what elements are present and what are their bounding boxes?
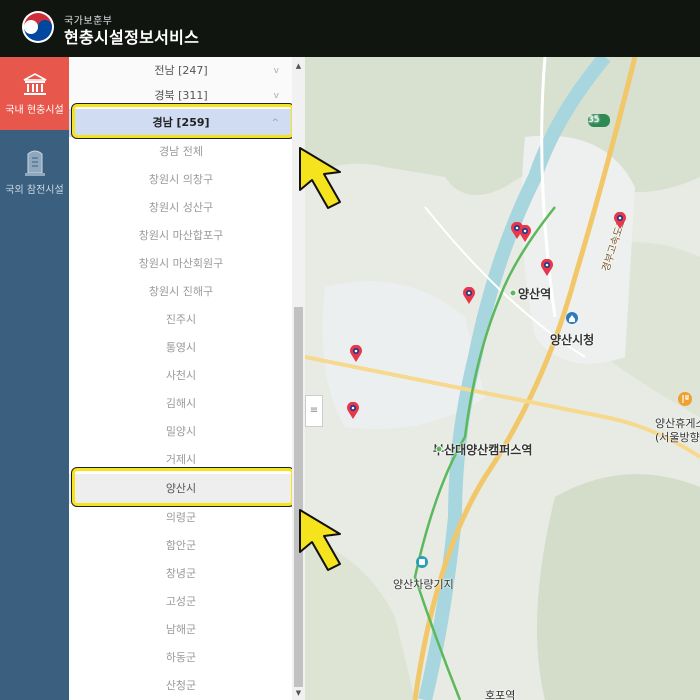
- province-item[interactable]: 경북 [311] v: [69, 82, 293, 110]
- nav-domestic-label: 국내 현충시설: [5, 105, 64, 116]
- city-item[interactable]: 거제시: [69, 446, 293, 474]
- chevron-up-icon: ^: [271, 118, 279, 128]
- depot-label[interactable]: 양산차량기지: [393, 576, 454, 592]
- subway-icon: [416, 556, 428, 568]
- pointer-arrow-icon: [299, 147, 341, 209]
- city-item[interactable]: 통영시: [69, 334, 293, 362]
- station-dot-icon: [509, 289, 517, 297]
- panel-collapse-handle[interactable]: ≡: [305, 395, 323, 427]
- monument-icon: [23, 73, 46, 95]
- app-header: 국가보훈부 현충시설정보서비스: [0, 0, 700, 57]
- map-marker-icon[interactable]: [518, 225, 532, 243]
- map-marker-icon[interactable]: [613, 212, 627, 230]
- map-canvas: [305, 57, 700, 700]
- province-item-selected[interactable]: 경남 [259] ^: [69, 109, 293, 137]
- province-label: 전남 [247]: [154, 64, 208, 77]
- city-item[interactable]: 창원시 진해구: [69, 278, 293, 306]
- map-marker-icon[interactable]: [462, 287, 476, 305]
- city-item[interactable]: 고성군: [69, 588, 293, 616]
- province-label: 경북 [311]: [154, 89, 208, 102]
- left-navigation: 국내 현충시설 국외 참전시설: [0, 57, 69, 700]
- rest-area-icon: [678, 392, 692, 406]
- route-35-label: 35: [588, 115, 600, 125]
- city-item[interactable]: 산청군: [69, 672, 293, 700]
- city-item[interactable]: 경남 전체: [69, 138, 293, 166]
- city-item[interactable]: 진주시: [69, 306, 293, 334]
- city-item[interactable]: 김해시: [69, 390, 293, 418]
- city-item[interactable]: 함안군: [69, 532, 293, 560]
- city-item[interactable]: 남해군: [69, 616, 293, 644]
- station-label[interactable]: 부산대양산캠퍼스역: [433, 441, 532, 458]
- map-marker-icon[interactable]: [346, 402, 360, 420]
- city-item[interactable]: 사천시: [69, 362, 293, 390]
- city-hall-label[interactable]: 양산시청: [550, 331, 594, 348]
- memorial-stone-icon: [24, 150, 45, 176]
- chevron-down-icon: v: [273, 66, 279, 76]
- station-dot-icon: [435, 445, 443, 453]
- pointer-arrow-icon: [299, 509, 341, 571]
- city-item[interactable]: 창원시 의창구: [69, 166, 293, 194]
- nav-overseas-memorials[interactable]: 국외 참전시설: [0, 137, 69, 207]
- map-view[interactable]: 35 경부고속도로 양산역 양산시청 부산대양산캠퍼스역 양산차량기지 양산휴게…: [305, 57, 700, 700]
- city-item[interactable]: 하동군: [69, 644, 293, 672]
- taegeuk-logo-icon: [22, 11, 54, 43]
- map-marker-icon[interactable]: [349, 345, 363, 363]
- region-list-panel: 전남 [247] v 경북 [311] v 경남 [259] ^ 경남 전체 창…: [69, 57, 305, 700]
- scroll-thumb[interactable]: [294, 307, 303, 687]
- city-hall-icon: [566, 312, 578, 324]
- nav-overseas-label: 국외 참전시설: [5, 185, 64, 196]
- chevron-down-icon: v: [273, 91, 279, 101]
- station-label[interactable]: 양산역: [518, 285, 551, 302]
- rest-area-direction: (서울방향): [655, 431, 700, 444]
- scroll-up-arrow-icon[interactable]: ▲: [292, 59, 305, 73]
- city-item[interactable]: 창원시 성산구: [69, 194, 293, 222]
- city-item-selected[interactable]: 양산시: [69, 474, 293, 504]
- city-item[interactable]: 창녕군: [69, 560, 293, 588]
- station-label[interactable]: 호포역: [485, 687, 515, 700]
- city-item[interactable]: 창원시 마산합포구: [69, 222, 293, 250]
- scroll-down-arrow-icon[interactable]: ▼: [292, 686, 305, 700]
- nav-domestic-memorials[interactable]: 국내 현충시설: [0, 57, 69, 130]
- city-item[interactable]: 밀양시: [69, 418, 293, 446]
- province-item[interactable]: 전남 [247] v: [69, 57, 293, 85]
- province-label: 경남 [259]: [152, 116, 210, 129]
- map-marker-icon[interactable]: [540, 259, 554, 277]
- site-title[interactable]: 현충시설정보서비스: [64, 24, 199, 48]
- city-item[interactable]: 창원시 마산회원구: [69, 250, 293, 278]
- city-item[interactable]: 의령군: [69, 504, 293, 532]
